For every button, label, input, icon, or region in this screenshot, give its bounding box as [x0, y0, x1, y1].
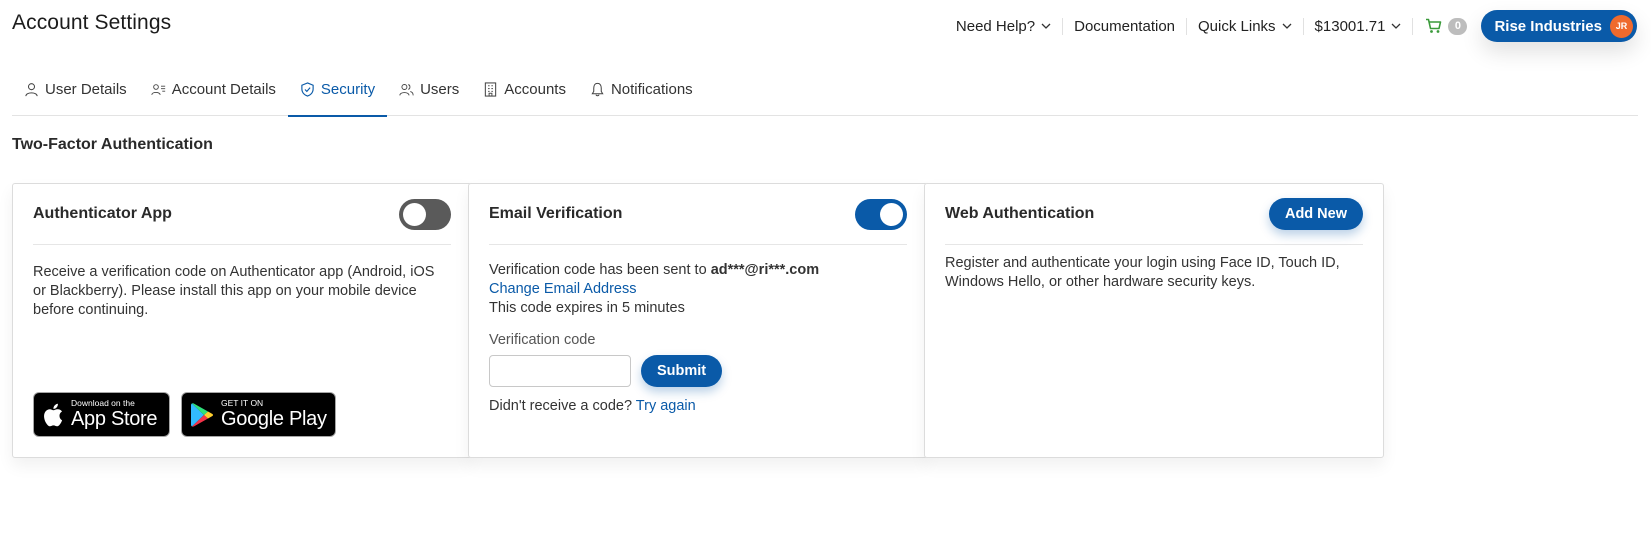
need-help-menu[interactable]: Need Help? — [945, 17, 1062, 35]
tab-user-details[interactable]: User Details — [12, 62, 139, 116]
masked-email: ad***@ri***.com — [710, 262, 820, 278]
shield-icon — [301, 81, 314, 97]
section-title: Two-Factor Authentication — [12, 136, 213, 153]
try-again-link[interactable]: Try again — [636, 398, 696, 414]
email-verification-body: Verification code has been sent to ad***… — [489, 261, 907, 416]
cart-count-badge: 0 — [1448, 17, 1468, 35]
page-title: Account Settings — [12, 11, 172, 34]
bell-icon — [591, 82, 604, 96]
company-switcher-button[interactable]: Rise Industries JR — [1481, 10, 1637, 42]
building-icon — [485, 81, 497, 97]
apple-icon — [44, 403, 63, 426]
resend-row: Didn't receive a code? Try again — [489, 397, 907, 416]
app-store-big-text: App Store — [71, 408, 158, 430]
tab-security[interactable]: Security — [287, 62, 388, 117]
email-verification-card: Email Verification Verification code has… — [468, 183, 928, 458]
tab-label: Security — [320, 80, 376, 98]
tab-label: Accounts — [504, 80, 566, 98]
card-header: Authenticator App — [33, 184, 451, 245]
cart-icon — [1426, 18, 1442, 33]
google-play-small-text: GET IT ON — [221, 398, 264, 408]
email-verification-toggle[interactable] — [855, 198, 907, 230]
documentation-label: Documentation — [1074, 17, 1176, 35]
tab-label: Account Details — [171, 80, 276, 98]
account-details-icon — [151, 83, 165, 95]
quick-links-label: Quick Links — [1198, 17, 1276, 35]
chevron-down-icon — [1391, 23, 1401, 29]
card-description: Receive a verification code on Authentic… — [33, 264, 435, 318]
google-play-badge[interactable]: GET IT ON Google Play — [181, 392, 336, 437]
balance-value: $13001.71 — [1314, 17, 1386, 35]
settings-tabs: User Details Account Details Security Us… — [12, 62, 1638, 117]
card-title: Authenticator App — [33, 205, 172, 222]
tab-label: Users — [420, 80, 460, 98]
tab-account-details[interactable]: Account Details — [139, 62, 288, 116]
app-store-badge[interactable]: Download on the App Store — [33, 392, 170, 437]
company-name: Rise Industries — [1494, 17, 1602, 35]
card-header: Web Authentication Add New — [945, 184, 1363, 245]
users-icon — [399, 83, 414, 95]
card-title: Web Authentication — [945, 205, 1095, 222]
change-email-link[interactable]: Change Email Address — [489, 281, 637, 297]
no-code-text: Didn't receive a code? — [489, 398, 636, 414]
google-play-icon — [191, 402, 214, 427]
code-sent-text: Verification code has been sent to — [489, 262, 711, 278]
app-store-text: Download on the App Store — [71, 398, 158, 431]
need-help-label: Need Help? — [955, 17, 1036, 35]
google-play-text: GET IT ON Google Play — [221, 398, 327, 431]
submit-button[interactable]: Submit — [641, 355, 723, 387]
card-title: Email Verification — [489, 205, 623, 222]
verification-code-label: Verification code — [489, 332, 596, 348]
documentation-link[interactable]: Documentation — [1063, 17, 1186, 35]
toggle-knob — [880, 202, 903, 226]
avatar: JR — [1610, 14, 1633, 38]
code-sent-message: Verification code has been sent to ad***… — [489, 261, 907, 280]
tab-label: User Details — [45, 80, 127, 98]
card-description: Register and authenticate your login usi… — [945, 255, 1340, 290]
add-new-button[interactable]: Add New — [1268, 198, 1363, 230]
chevron-down-icon — [1041, 23, 1051, 29]
tab-accounts[interactable]: Accounts — [471, 62, 578, 116]
store-badges: Download on the App Store GET IT ON Goog… — [33, 392, 336, 437]
verification-code-input[interactable] — [489, 355, 631, 387]
chevron-down-icon — [1282, 23, 1292, 29]
cart-button[interactable]: 0 — [1413, 17, 1481, 35]
tab-label: Notifications — [610, 80, 693, 98]
code-expiry-text: This code expires in 5 minutes — [489, 300, 685, 316]
verification-form: Submit — [489, 355, 907, 387]
tab-notifications[interactable]: Notifications — [578, 62, 705, 116]
authenticator-toggle[interactable] — [399, 198, 451, 230]
card-header: Email Verification — [489, 184, 907, 245]
top-navigation: Need Help? Documentation Quick Links $13… — [945, 10, 1637, 42]
tab-users[interactable]: Users — [387, 62, 471, 116]
toggle-knob — [403, 202, 426, 226]
quick-links-menu[interactable]: Quick Links — [1187, 17, 1303, 35]
app-store-small-text: Download on the — [71, 398, 135, 408]
user-icon — [25, 82, 38, 96]
balance-menu[interactable]: $13001.71 — [1304, 17, 1413, 35]
web-authentication-card: Web Authentication Add New Register and … — [924, 183, 1384, 458]
authenticator-app-card: Authenticator App Receive a verification… — [12, 183, 472, 458]
google-play-big-text: Google Play — [221, 408, 327, 430]
